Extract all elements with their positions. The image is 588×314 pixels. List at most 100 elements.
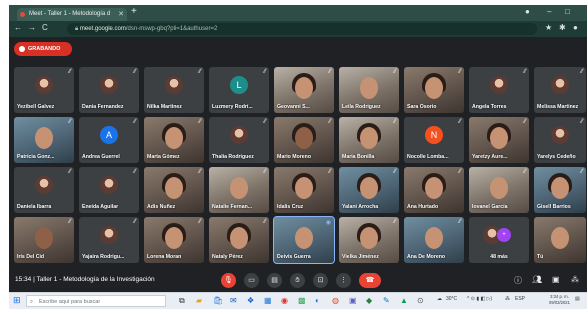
edge-icon[interactable]: ◐ [315,296,320,306]
mail-icon[interactable]: ✉︎ [230,296,237,306]
self-view-tile[interactable]: Tú [534,217,586,263]
participant-name: Vielka Jiménez [342,254,379,260]
participant-name: Yaretzy Aure... [472,154,508,160]
participant-tile[interactable]: ⁄⁄ Yaretzy Aure... [469,117,529,163]
network-icon[interactable]: ⁂ [505,296,510,302]
temperature[interactable]: 30°C [446,296,457,302]
participant-tile[interactable]: A ⁄⁄ Andrea Guerrel [79,117,139,163]
store-icon[interactable]: 🛍︎ [213,296,223,306]
more-options-button[interactable]: ⋮ [336,273,351,288]
participant-tile[interactable]: ⁄⁄ Marta Gómez [144,117,204,163]
participant-tile[interactable]: ⁄⁄ Thalia Rodriguez [209,117,269,163]
participant-tile[interactable]: ⁄⁄ Nilka Martinez [144,67,204,113]
powerpoint-icon[interactable]: ◉ [281,296,288,306]
participant-tile[interactable]: ⁄⁄ Yajaira Rodrigu... [79,217,139,263]
taskbar-clock[interactable]: 3:34 p. m. 09/03/2021 [549,294,570,306]
mic-off-icon: ⁄⁄ [523,169,526,175]
app-icon[interactable]: ▲ [400,296,408,306]
participant-tile[interactable]: L ⁄⁄ Luzmery Rodrí... [209,67,269,113]
excel-icon[interactable]: ▩ [298,296,306,306]
participant-tile[interactable]: ⁄⁄ Ana Hurtado [404,167,464,213]
people-icon[interactable]: 👥︎ [532,275,542,284]
reload-icon[interactable]: C [42,23,48,32]
participant-tile[interactable]: ⁄⁄ Iovanel García [469,167,529,213]
participant-tile-speaking[interactable]: ◉ Deivis Guerra [273,216,335,264]
mic-off-icon: ⁄⁄ [393,119,396,125]
weather-icon[interactable]: ☁︎ [437,296,442,302]
participant-tile[interactable]: ⁄⁄ Daniela Ibarra [14,167,74,213]
meet-call-area: GRABANDO ⁄⁄ Yezibell Galvez ⁄⁄ Dania Ferna… [9,37,587,292]
info-icon[interactable]: ⓘ [514,275,522,286]
record-icon [19,46,25,52]
app-icon[interactable]: ✎ [383,296,390,306]
activities-icon[interactable]: ⁂ [571,275,579,284]
participant-name: Gisell Barrios [537,204,571,210]
task-view-icon[interactable]: ⧉ [179,296,185,306]
participant-tile[interactable]: ⁄⁄ Yezibell Galvez [14,67,74,113]
language-indicator[interactable]: ESP [515,296,525,302]
teams-icon[interactable]: ▣ [349,296,357,306]
participant-tile[interactable]: ⁄⁄ Gisell Barrios [534,167,586,213]
participant-tile[interactable]: ⁄⁄ Yalani Arrocha [339,167,399,213]
mic-off-icon: ⁄⁄ [263,169,266,175]
notifications-icon[interactable]: ▤ [575,296,580,302]
taskbar-search-input[interactable]: ⌕ Escribe aquí para buscar [26,295,166,307]
close-tab-icon[interactable]: ✕ [118,8,124,21]
participant-name: Luzmery Rodrí... [212,104,253,110]
chat-icon[interactable]: ▣ [552,275,560,284]
maximize-icon[interactable]: □ [565,7,570,16]
participant-tile[interactable]: ⁄⁄ Ana De Moreno [404,217,464,263]
participant-tile[interactable]: ⁄⁄ Iris Del Cid [14,217,74,263]
video-feed [360,227,378,249]
mic-off-button[interactable]: 🎙︎ [221,273,236,288]
participant-tile[interactable]: ⁄⁄ Patricia Gonz... [14,117,74,163]
video-feed [490,127,508,149]
participant-name: Andrea Guerrel [82,154,120,160]
video-feed [425,177,443,199]
participant-tile[interactable]: ⁄⁄ Mario Moreno [274,117,334,163]
profile-avatar-icon[interactable]: ● [573,23,578,32]
bookmark-star-icon[interactable]: ★ [545,23,552,32]
participant-tile[interactable]: ⁄⁄ Nataly Pérez [209,217,269,263]
participant-tile[interactable]: ⁄⁄ Vielka Jiménez [339,217,399,263]
present-button[interactable]: ⊡ [313,273,328,288]
chrome-icon[interactable]: ◍ [332,296,339,306]
account-icon[interactable]: ● [525,7,530,16]
extensions-icon[interactable]: ✱ [559,23,566,32]
mic-off-icon: ⁄⁄ [133,169,136,175]
participant-tile[interactable]: ⁄⁄ Leila Rodriguez [339,67,399,113]
participant-tile[interactable]: ⁄⁄ Adis Nuñez [144,167,204,213]
more-participants-tile[interactable]: +48 más [469,217,529,263]
captions-button[interactable]: ▤ [267,273,282,288]
participant-tile[interactable]: ⁄⁄ Geovanni S... [274,67,334,113]
participant-tile[interactable]: ⁄⁄ Lorena Moran [144,217,204,263]
recording-indicator[interactable]: GRABANDO [14,42,72,56]
forward-icon[interactable]: → [28,23,36,32]
participant-tile[interactable]: ⁄⁄ Eneida Aguilar [79,167,139,213]
participant-tile[interactable]: ⁄⁄ Idalis Cruz [274,167,334,213]
end-call-button[interactable]: ☎︎ [359,273,381,288]
participant-tile[interactable]: ⁄⁄ Melissa Martinez [534,67,586,113]
app-icon[interactable]: ◆ [366,296,372,306]
windows-start-icon[interactable]: ⊞ [13,296,22,305]
file-explorer-icon[interactable]: ▰ [196,296,202,306]
minimize-icon[interactable]: – [547,7,551,16]
system-tray-icons[interactable]: ^ ⊙ ▮ ◧ ▷) [467,296,492,302]
back-icon[interactable]: ← [14,23,22,32]
participant-tile[interactable]: ⁄⁄ Maria Bonilla [339,117,399,163]
browser-tab[interactable]: Meet - Taller 1 - Metodología d ✕ [17,8,127,21]
participant-tile[interactable]: ⁄⁄ Dania Fernandez [79,67,139,113]
participant-tile[interactable]: ⁄⁄ Sara Osorio [404,67,464,113]
participant-tile[interactable]: ⁄⁄ Yarelys Cedeño [534,117,586,163]
raise-hand-button[interactable]: ✋︎ [290,273,305,288]
participant-tile[interactable]: N ⁄⁄ Nocolle Lomba... [404,117,464,163]
address-bar[interactable]: 🔒︎ meet.google.com/dsn-mswp-gbq?pli=1&au… [67,23,537,35]
word-icon[interactable]: ▦ [264,296,272,306]
new-tab-icon[interactable]: + [131,6,137,17]
participant-tile[interactable]: ⁄⁄ Angela Torres [469,67,529,113]
dropbox-icon[interactable]: ❖ [247,296,254,306]
avatar [100,76,118,94]
participant-tile[interactable]: ⁄⁄ Natalie Fernan... [209,167,269,213]
camera-button[interactable]: ▭ [244,273,259,288]
app-icon[interactable]: ⊙ [417,296,424,306]
